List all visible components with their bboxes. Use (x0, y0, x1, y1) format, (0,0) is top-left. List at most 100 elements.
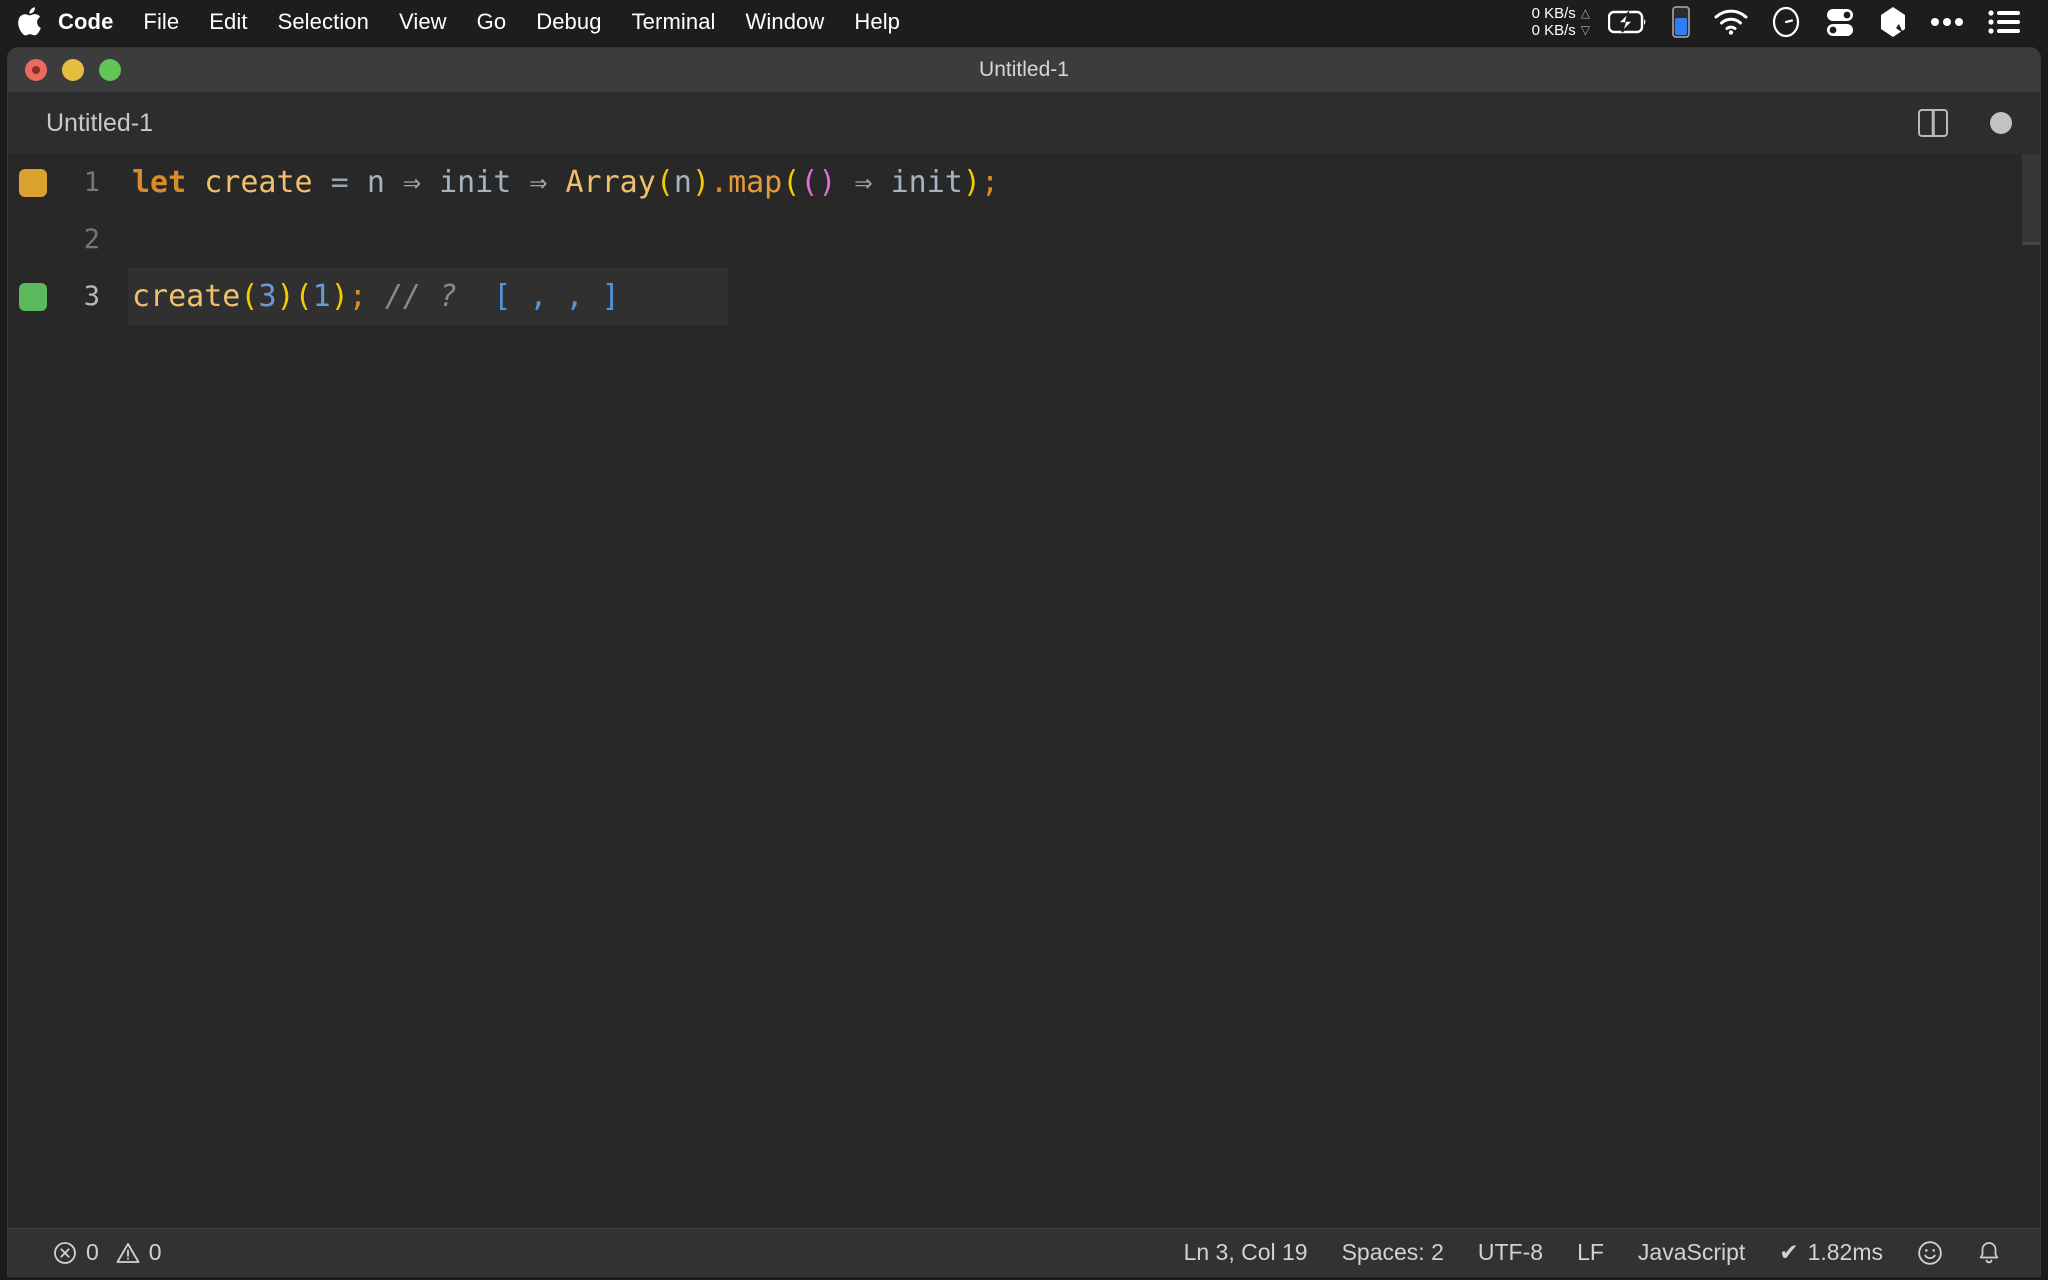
code-editor[interactable]: 1 let create = n ⇒ init ⇒ Array(n).map(()… (8, 154, 2040, 1228)
scrollbar-thumb[interactable] (2022, 154, 2040, 242)
maximize-window-button[interactable] (99, 59, 121, 81)
menu-bar-status-items: 0 KB/s 0 KB/s △ ▽ (1522, 0, 2048, 44)
close-window-button[interactable] (25, 59, 47, 81)
coverage-marker-line-3[interactable] (19, 282, 47, 311)
ellipsis-icon[interactable] (1918, 0, 1976, 44)
token: let (132, 165, 187, 200)
menu-item-debug[interactable]: Debug (521, 0, 616, 44)
close-icon (32, 66, 40, 74)
run-status-item[interactable]: ✔ 1.82ms (1762, 1229, 1900, 1277)
list-menu-icon[interactable] (1976, 0, 2032, 44)
token: () (800, 165, 837, 200)
scrollbar-divider (2022, 242, 2040, 245)
run-time-label: 1.82ms (1807, 1239, 1883, 1265)
eol-item[interactable]: LF (1560, 1229, 1621, 1277)
wifi-icon[interactable] (1702, 0, 1760, 44)
token: ( (655, 165, 674, 200)
macos-menu-bar: Code File Edit Selection View Go Debug T… (0, 0, 2048, 44)
menu-item-selection[interactable]: Selection (263, 0, 384, 44)
token: ) (330, 279, 349, 314)
download-arrow-icon: ▽ (1580, 23, 1590, 37)
toggles-icon[interactable] (1812, 0, 1868, 44)
menu-item-terminal[interactable]: Terminal (617, 0, 731, 44)
menu-bar-items: Code File Edit Selection View Go Debug T… (0, 0, 915, 44)
network-speed-indicator[interactable]: 0 KB/s 0 KB/s △ ▽ (1522, 5, 1596, 39)
token: Array (565, 165, 656, 200)
token: 3 (258, 279, 277, 314)
minimize-window-button[interactable] (62, 59, 84, 81)
network-upload-speed: 0 KB/s (1531, 5, 1576, 22)
clock-gauge-icon[interactable] (1760, 0, 1812, 44)
window-title-bar: Untitled-1 (8, 48, 2040, 92)
battery-charging-icon[interactable] (1596, 0, 1660, 44)
code-text-line-3: create(3)(1); // ? [ , , ] (132, 279, 620, 314)
traffic-light-buttons (8, 59, 121, 81)
menu-item-edit[interactable]: Edit (194, 0, 262, 44)
token: create (132, 279, 241, 314)
editor-line-1[interactable]: 1 let create = n ⇒ init ⇒ Array(n).map(()… (8, 154, 2040, 211)
token: ; (980, 165, 999, 200)
token: // ? (384, 279, 458, 314)
smiley-icon (1918, 1240, 1942, 1265)
token: n (673, 165, 692, 200)
token: ( (294, 279, 313, 314)
language-mode-item[interactable]: JavaScript (1621, 1229, 1762, 1277)
cursor-position-item[interactable]: Ln 3, Col 19 (1167, 1229, 1325, 1277)
token: ( (782, 165, 801, 200)
problems-indicator[interactable]: 0 0 (36, 1229, 179, 1277)
line-content-2[interactable] (128, 211, 2040, 268)
line-number-2: 2 (83, 224, 100, 255)
token: create (204, 165, 313, 200)
vscode-window: Untitled-1 Untitled-1 1 let create = n ⇒ … (8, 48, 2040, 1276)
editor-line-2[interactable]: 2 (8, 211, 2040, 268)
menu-item-go[interactable]: Go (462, 0, 522, 44)
token: 1 (312, 279, 331, 314)
code-text-line-1: let create = n ⇒ init ⇒ Array(n).map(() … (132, 165, 999, 200)
token: map (728, 165, 783, 200)
notifications-button[interactable] (1960, 1229, 2018, 1277)
tab-label: Untitled-1 (46, 108, 153, 137)
error-circle-icon (54, 1241, 76, 1264)
menu-item-code[interactable]: Code (44, 0, 128, 44)
token: init (439, 165, 512, 200)
encoding-item[interactable]: UTF-8 (1461, 1229, 1560, 1277)
indentation-item[interactable]: Spaces: 2 (1325, 1229, 1461, 1277)
status-bar: 0 0 Ln 3, Col 19 Spaces: 2 UTF-8 LF Java… (8, 1228, 2040, 1276)
editor-lines: 1 let create = n ⇒ init ⇒ Array(n).map(()… (8, 154, 2040, 325)
token: ⇒ (402, 165, 421, 200)
line-content-1[interactable]: let create = n ⇒ init ⇒ Array(n).map(() … (128, 154, 2040, 211)
menu-item-file[interactable]: File (128, 0, 194, 44)
tab-untitled-1[interactable]: Untitled-1 (8, 92, 183, 154)
network-download-speed: 0 KB/s (1531, 22, 1576, 39)
bell-icon (1979, 1241, 1999, 1263)
coverage-marker-line-1[interactable] (19, 168, 47, 197)
menu-item-window[interactable]: Window (731, 0, 840, 44)
token: ( (240, 279, 259, 314)
editor-line-3[interactable]: 3 create(3)(1); // ? [ , , ] (8, 268, 2040, 325)
gem-icon[interactable] (1868, 0, 1918, 44)
menu-item-view[interactable]: View (384, 0, 462, 44)
upload-arrow-icon: △ (1580, 6, 1590, 20)
check-icon: ✔ (1779, 1239, 1799, 1265)
blue-level-meter-icon[interactable] (1660, 0, 1702, 44)
error-count: 0 (86, 1239, 99, 1265)
token: init (890, 165, 963, 200)
window-title: Untitled-1 (979, 58, 1069, 81)
unsaved-indicator-dot[interactable] (1990, 112, 2012, 134)
menu-item-help[interactable]: Help (839, 0, 915, 44)
line-content-3[interactable]: create(3)(1); // ? [ , , ] (128, 268, 728, 325)
editor-scrollbar[interactable] (2022, 154, 2040, 1228)
apple-logo-icon[interactable] (0, 0, 44, 44)
token: [ , , ] (493, 279, 620, 314)
split-editor-icon[interactable] (1918, 109, 1948, 137)
token: ) (962, 165, 981, 200)
feedback-button[interactable] (1900, 1229, 1960, 1277)
token: ⇒ (854, 165, 873, 200)
